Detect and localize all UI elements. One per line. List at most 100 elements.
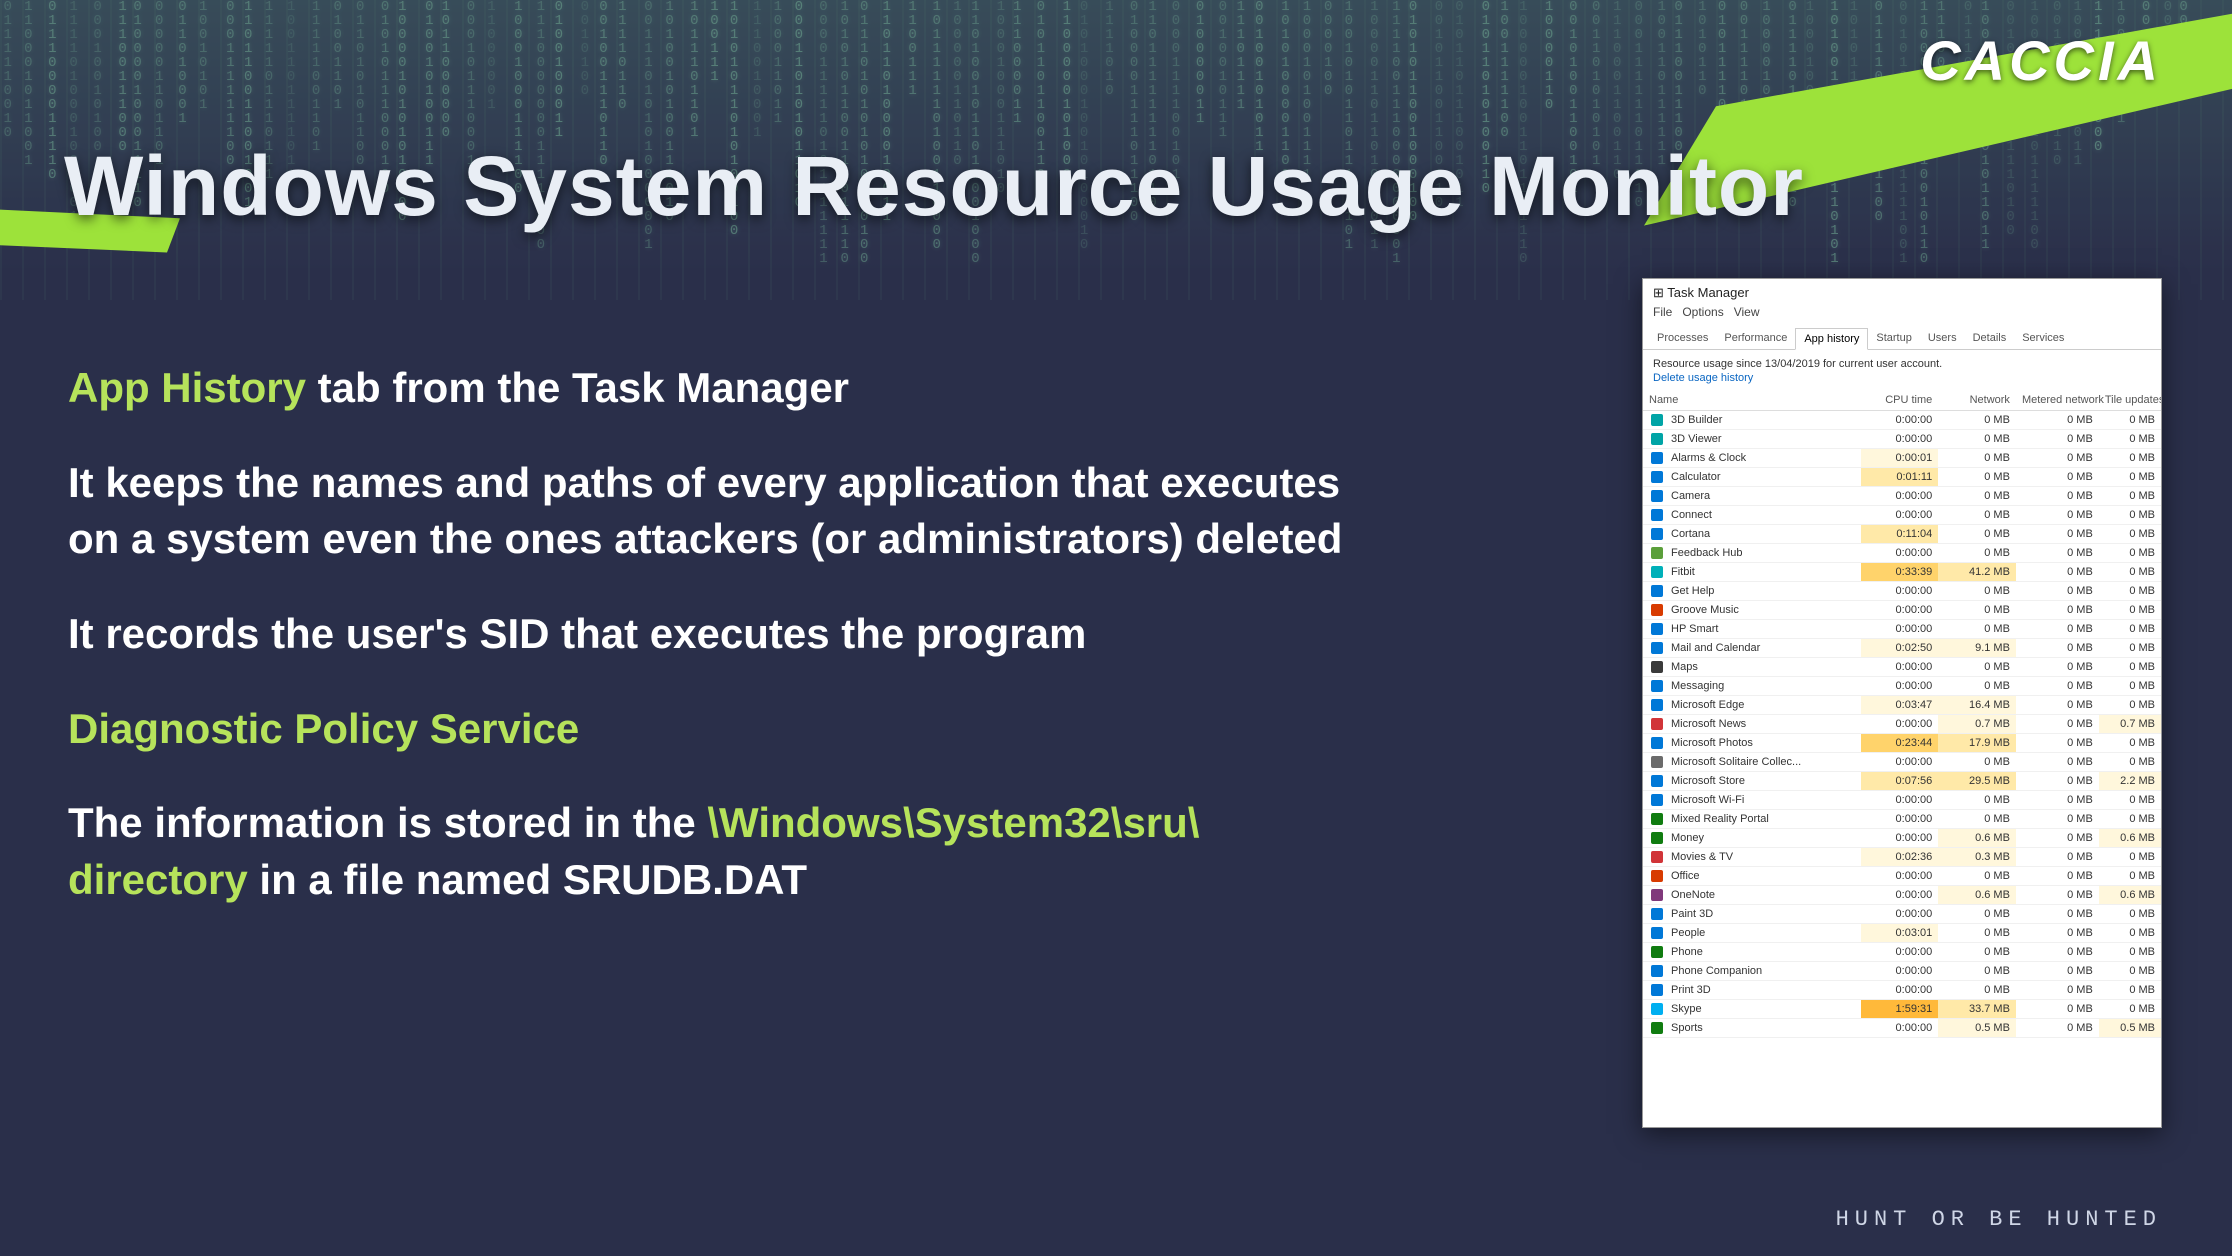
table-row[interactable]: Office0:00:000 MB0 MB0 MB [1643, 867, 2161, 886]
app-icon [1651, 452, 1663, 464]
metric-cell: 0 MB [2016, 601, 2099, 620]
metric-cell: 0 MB [2016, 411, 2099, 430]
metric-cell: 41.2 MB [1938, 563, 2016, 582]
metric-cell: 0 MB [2099, 810, 2161, 829]
metric-cell: 0 MB [2016, 696, 2099, 715]
table-row[interactable]: Connect0:00:000 MB0 MB0 MB [1643, 506, 2161, 525]
table-row[interactable]: Get Help0:00:000 MB0 MB0 MB [1643, 582, 2161, 601]
metric-cell: 0 MB [2099, 487, 2161, 506]
metric-cell: 0:00:00 [1861, 487, 1939, 506]
table-row[interactable]: OneNote0:00:000.6 MB0 MB0.6 MB [1643, 886, 2161, 905]
metric-cell: 0 MB [1938, 468, 2016, 487]
tab[interactable]: Users [1920, 328, 1965, 348]
column-header[interactable]: Name [1643, 390, 1861, 411]
table-row[interactable]: Print 3D0:00:000 MB0 MB0 MB [1643, 981, 2161, 1000]
table-row[interactable]: Calculator0:01:110 MB0 MB0 MB [1643, 468, 2161, 487]
metric-cell: 0 MB [1938, 544, 2016, 563]
app-icon [1651, 718, 1663, 730]
app-icon [1651, 965, 1663, 977]
app-name: Microsoft News [1671, 718, 1746, 730]
metric-cell: 0 MB [2016, 715, 2099, 734]
window-title: ⊞ Task Manager [1643, 279, 2161, 303]
metric-cell: 0 MB [2099, 430, 2161, 449]
table-row[interactable]: Sports0:00:000.5 MB0 MB0.5 MB [1643, 1019, 2161, 1038]
column-header[interactable]: Metered network [2016, 390, 2099, 411]
menu-item[interactable]: Options [1682, 305, 1723, 319]
metric-cell: 0:11:04 [1861, 525, 1939, 544]
table-row[interactable]: Microsoft Solitaire Collec...0:00:000 MB… [1643, 753, 2161, 772]
metric-cell: 0:03:47 [1861, 696, 1939, 715]
app-icon [1651, 889, 1663, 901]
app-name: Sports [1671, 1022, 1703, 1034]
app-name: Calculator [1671, 471, 1721, 483]
table-row[interactable]: Messaging0:00:000 MB0 MB0 MB [1643, 677, 2161, 696]
metric-cell: 0 MB [2099, 620, 2161, 639]
table-row[interactable]: Microsoft Wi-Fi0:00:000 MB0 MB0 MB [1643, 791, 2161, 810]
app-icon [1651, 813, 1663, 825]
column-header[interactable]: Network [1938, 390, 2016, 411]
bullet-2: It keeps the names and paths of every ap… [68, 455, 1368, 568]
tab[interactable]: Startup [1868, 328, 1919, 348]
bullet-1-accent: App History [68, 364, 306, 411]
app-name: Maps [1671, 661, 1698, 673]
table-row[interactable]: 3D Builder0:00:000 MB0 MB0 MB [1643, 411, 2161, 430]
table-row[interactable]: Microsoft Photos0:23:4417.9 MB0 MB0 MB [1643, 734, 2161, 753]
table-row[interactable]: Phone0:00:000 MB0 MB0 MB [1643, 943, 2161, 962]
metric-cell: 0 MB [2016, 582, 2099, 601]
table-row[interactable]: Microsoft Edge0:03:4716.4 MB0 MB0 MB [1643, 696, 2161, 715]
brand-logo: CACCIA [1920, 28, 2162, 93]
tab[interactable]: App history [1795, 328, 1868, 350]
table-row[interactable]: Paint 3D0:00:000 MB0 MB0 MB [1643, 905, 2161, 924]
metric-cell: 0 MB [2099, 658, 2161, 677]
app-icon [1651, 585, 1663, 597]
table-row[interactable]: Phone Companion0:00:000 MB0 MB0 MB [1643, 962, 2161, 981]
tab[interactable]: Processes [1649, 328, 1716, 348]
app-icon [1651, 737, 1663, 749]
table-row[interactable]: Feedback Hub0:00:000 MB0 MB0 MB [1643, 544, 2161, 563]
table-row[interactable]: Mixed Reality Portal0:00:000 MB0 MB0 MB [1643, 810, 2161, 829]
menu-item[interactable]: File [1653, 305, 1672, 319]
table-row[interactable]: Groove Music0:00:000 MB0 MB0 MB [1643, 601, 2161, 620]
table-row[interactable]: Money0:00:000.6 MB0 MB0.6 MB [1643, 829, 2161, 848]
metric-cell: 0 MB [1938, 753, 2016, 772]
metric-cell: 0 MB [2016, 506, 2099, 525]
table-row[interactable]: Maps0:00:000 MB0 MB0 MB [1643, 658, 2161, 677]
metric-cell: 0 MB [2099, 468, 2161, 487]
table-row[interactable]: Microsoft News0:00:000.7 MB0 MB0.7 MB [1643, 715, 2161, 734]
metric-cell: 0:00:00 [1861, 829, 1939, 848]
metric-cell: 0 MB [1938, 962, 2016, 981]
table-row[interactable]: People0:03:010 MB0 MB0 MB [1643, 924, 2161, 943]
menu-item[interactable]: View [1734, 305, 1760, 319]
tab[interactable]: Details [1965, 328, 2015, 348]
task-manager-screenshot: ⊞ Task Manager File Options View Processes… [1642, 278, 2162, 1128]
metric-cell: 0:00:00 [1861, 810, 1939, 829]
table-row[interactable]: HP Smart0:00:000 MB0 MB0 MB [1643, 620, 2161, 639]
table-row[interactable]: Mail and Calendar0:02:509.1 MB0 MB0 MB [1643, 639, 2161, 658]
metric-cell: 0 MB [2016, 430, 2099, 449]
table-row[interactable]: Microsoft Store0:07:5629.5 MB0 MB2.2 MB [1643, 772, 2161, 791]
table-row[interactable]: Movies & TV0:02:360.3 MB0 MB0 MB [1643, 848, 2161, 867]
metric-cell: 0:03:01 [1861, 924, 1939, 943]
delete-history-link[interactable]: Delete usage history [1643, 372, 2161, 390]
table-row[interactable]: Camera0:00:000 MB0 MB0 MB [1643, 487, 2161, 506]
metric-cell: 0 MB [2099, 791, 2161, 810]
app-icon: ⊞ [1653, 285, 1667, 300]
table-row[interactable]: 3D Viewer0:00:000 MB0 MB0 MB [1643, 430, 2161, 449]
app-name: OneNote [1671, 889, 1715, 901]
metric-cell: 0 MB [2016, 544, 2099, 563]
table-row[interactable]: Alarms & Clock0:00:010 MB0 MB0 MB [1643, 449, 2161, 468]
table-row[interactable]: Skype1:59:3133.7 MB0 MB0 MB [1643, 1000, 2161, 1019]
app-name: Camera [1671, 490, 1710, 502]
metric-cell: 0 MB [2099, 677, 2161, 696]
tab[interactable]: Performance [1716, 328, 1795, 348]
table-row[interactable]: Cortana0:11:040 MB0 MB0 MB [1643, 525, 2161, 544]
metric-cell: 1:59:31 [1861, 1000, 1939, 1019]
metric-cell: 0 MB [2016, 753, 2099, 772]
column-header[interactable]: Tile updates [2099, 390, 2161, 411]
tab[interactable]: Services [2014, 328, 2072, 348]
column-header[interactable]: CPU time [1861, 390, 1939, 411]
app-name: Get Help [1671, 585, 1714, 597]
metric-cell: 0 MB [1938, 506, 2016, 525]
metric-cell: 0 MB [2016, 943, 2099, 962]
table-row[interactable]: Fitbit0:33:3941.2 MB0 MB0 MB [1643, 563, 2161, 582]
